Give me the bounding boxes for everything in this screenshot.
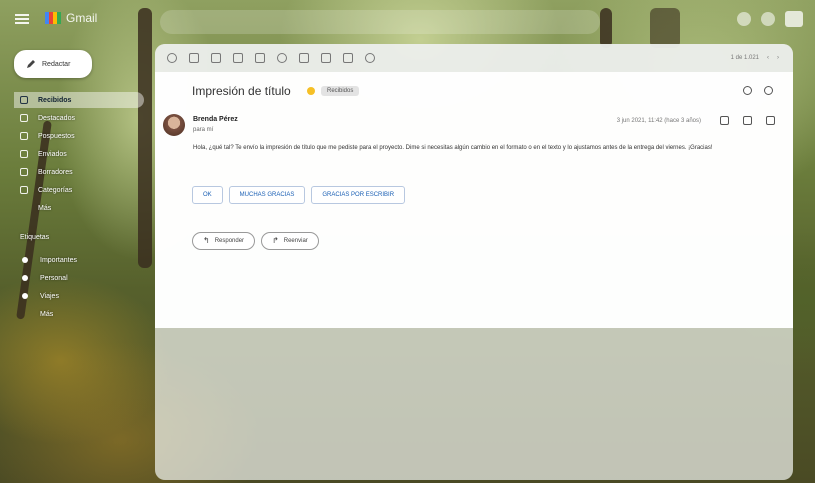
background-tree-trunk — [600, 8, 612, 48]
print-icon[interactable] — [743, 86, 752, 95]
email-message-card: Impresión de título Recibidos Brenda Pér… — [155, 72, 793, 328]
sidebar-item-categorias[interactable]: Categorías — [14, 182, 144, 198]
forward-label: Reenviar — [283, 238, 308, 244]
open-new-window-icon[interactable] — [764, 86, 773, 95]
star-icon[interactable] — [720, 116, 729, 125]
more-vert-icon[interactable] — [766, 116, 775, 125]
sidebar-item-label: Enviados — [38, 150, 67, 158]
reply-arrow-icon: ↰ — [203, 236, 210, 245]
pencil-icon — [27, 60, 35, 68]
smart-reply-chip[interactable]: OK — [192, 186, 223, 204]
add-task-icon[interactable] — [299, 53, 309, 63]
sender-avatar[interactable] — [163, 114, 185, 136]
label-item[interactable]: Más — [14, 306, 144, 322]
clock-icon — [20, 132, 28, 140]
message-actions — [720, 116, 775, 125]
inbox-label-badge[interactable]: Recibidos — [321, 86, 360, 96]
label-dot-icon — [22, 311, 28, 317]
label-item[interactable]: Viajes — [14, 288, 144, 304]
background-tree-trunk — [650, 8, 680, 48]
email-subject: Impresión de título — [192, 84, 291, 98]
label-item-text: Viajes — [40, 292, 59, 300]
delete-icon[interactable] — [233, 53, 243, 63]
sidebar-item-enviados[interactable]: Enviados — [14, 146, 144, 162]
subject-actions — [743, 86, 773, 95]
reply-icon[interactable] — [743, 116, 752, 125]
email-body: Hola, ¿qué tal? Te envío la impresión de… — [193, 145, 713, 151]
main-menu-icon[interactable] — [15, 14, 29, 24]
forward-arrow-icon: ↱ — [272, 236, 279, 245]
search-input[interactable] — [160, 10, 600, 34]
label-item[interactable]: Importantes — [14, 252, 144, 268]
reply-actions: ↰ Responder ↱ Reenviar — [192, 232, 319, 250]
forward-button[interactable]: ↱ Reenviar — [261, 232, 319, 250]
smart-reply-chips: OK MUCHAS GRACIAS GRACIAS POR ESCRIBIR — [192, 186, 406, 204]
compose-label: Redactar — [42, 60, 71, 68]
archive-icon[interactable] — [189, 53, 199, 63]
report-spam-icon[interactable] — [211, 53, 221, 63]
email-date: 3 jun 2021, 11:42 (hace 3 años) — [616, 118, 701, 124]
label-item-text: Personal — [40, 274, 68, 282]
reply-button[interactable]: ↰ Responder — [192, 232, 256, 250]
label-item-text: Importantes — [40, 256, 77, 264]
sidebar-item-label: Más — [38, 204, 52, 212]
email-toolbar: 1 de 1.021 ‹ › — [155, 44, 793, 72]
label-icon[interactable] — [343, 53, 353, 63]
mark-unread-icon[interactable] — [255, 53, 265, 63]
sidebar-item-label: Pospuestos — [38, 132, 75, 140]
label-dot-icon — [22, 275, 28, 281]
top-right-controls — [737, 11, 803, 27]
recipient-details[interactable]: para mí — [193, 127, 213, 133]
star-icon — [20, 114, 28, 122]
sidebar-nav: Recibidos Destacados Pospuestos Enviados… — [14, 92, 144, 218]
account-avatar[interactable] — [785, 11, 803, 27]
sidebar-item-borradores[interactable]: Borradores — [14, 164, 144, 180]
sidebar-item-mas[interactable]: Más — [14, 200, 144, 216]
compose-button[interactable]: Redactar — [14, 50, 92, 78]
more-options-icon[interactable] — [365, 53, 375, 63]
gmail-logo[interactable]: Gmail — [45, 11, 97, 25]
snooze-icon[interactable] — [277, 53, 287, 63]
chevron-left-icon[interactable]: ‹ — [767, 55, 769, 61]
smart-reply-chip[interactable]: MUCHAS GRACIAS — [228, 186, 306, 204]
app-name: Gmail — [66, 11, 98, 25]
chevron-down-icon — [20, 204, 28, 212]
email-pane: 1 de 1.021 ‹ › Impresión de título Recib… — [155, 44, 793, 480]
draft-icon — [20, 168, 28, 176]
sidebar-item-recibidos[interactable]: Recibidos — [14, 92, 144, 108]
back-icon[interactable] — [167, 53, 177, 63]
labels-list: Importantes Personal Viajes Más — [14, 252, 144, 324]
smart-reply-chip[interactable]: GRACIAS POR ESCRIBIR — [311, 186, 406, 204]
label-icon — [20, 186, 28, 194]
label-item-text: Más — [40, 310, 54, 318]
reply-label: Responder — [214, 238, 245, 244]
pager-text: 1 de 1.021 — [730, 55, 759, 61]
sidebar-item-pospuestos[interactable]: Pospuestos — [14, 128, 144, 144]
sidebar-item-label: Recibidos — [38, 96, 72, 104]
settings-icon[interactable] — [761, 12, 775, 26]
sidebar-item-destacados[interactable]: Destacados — [14, 110, 144, 126]
inbox-icon — [20, 96, 28, 104]
label-dot-icon — [22, 257, 28, 263]
help-icon[interactable] — [737, 12, 751, 26]
move-to-icon[interactable] — [321, 53, 331, 63]
sidebar-item-label: Borradores — [38, 168, 73, 176]
chevron-right-icon[interactable]: › — [777, 55, 779, 61]
important-marker-icon[interactable] — [307, 87, 315, 95]
pager: 1 de 1.021 ‹ › — [731, 55, 779, 61]
sidebar-item-label: Categorías — [38, 186, 73, 194]
label-item[interactable]: Personal — [14, 270, 144, 286]
sender-name[interactable]: Brenda Pérez — [193, 116, 238, 123]
send-icon — [20, 150, 28, 158]
gmail-logo-icon — [45, 12, 61, 24]
labels-heading: Etiquetas — [20, 234, 50, 241]
sidebar-item-label: Destacados — [38, 114, 75, 122]
label-dot-icon — [22, 293, 28, 299]
